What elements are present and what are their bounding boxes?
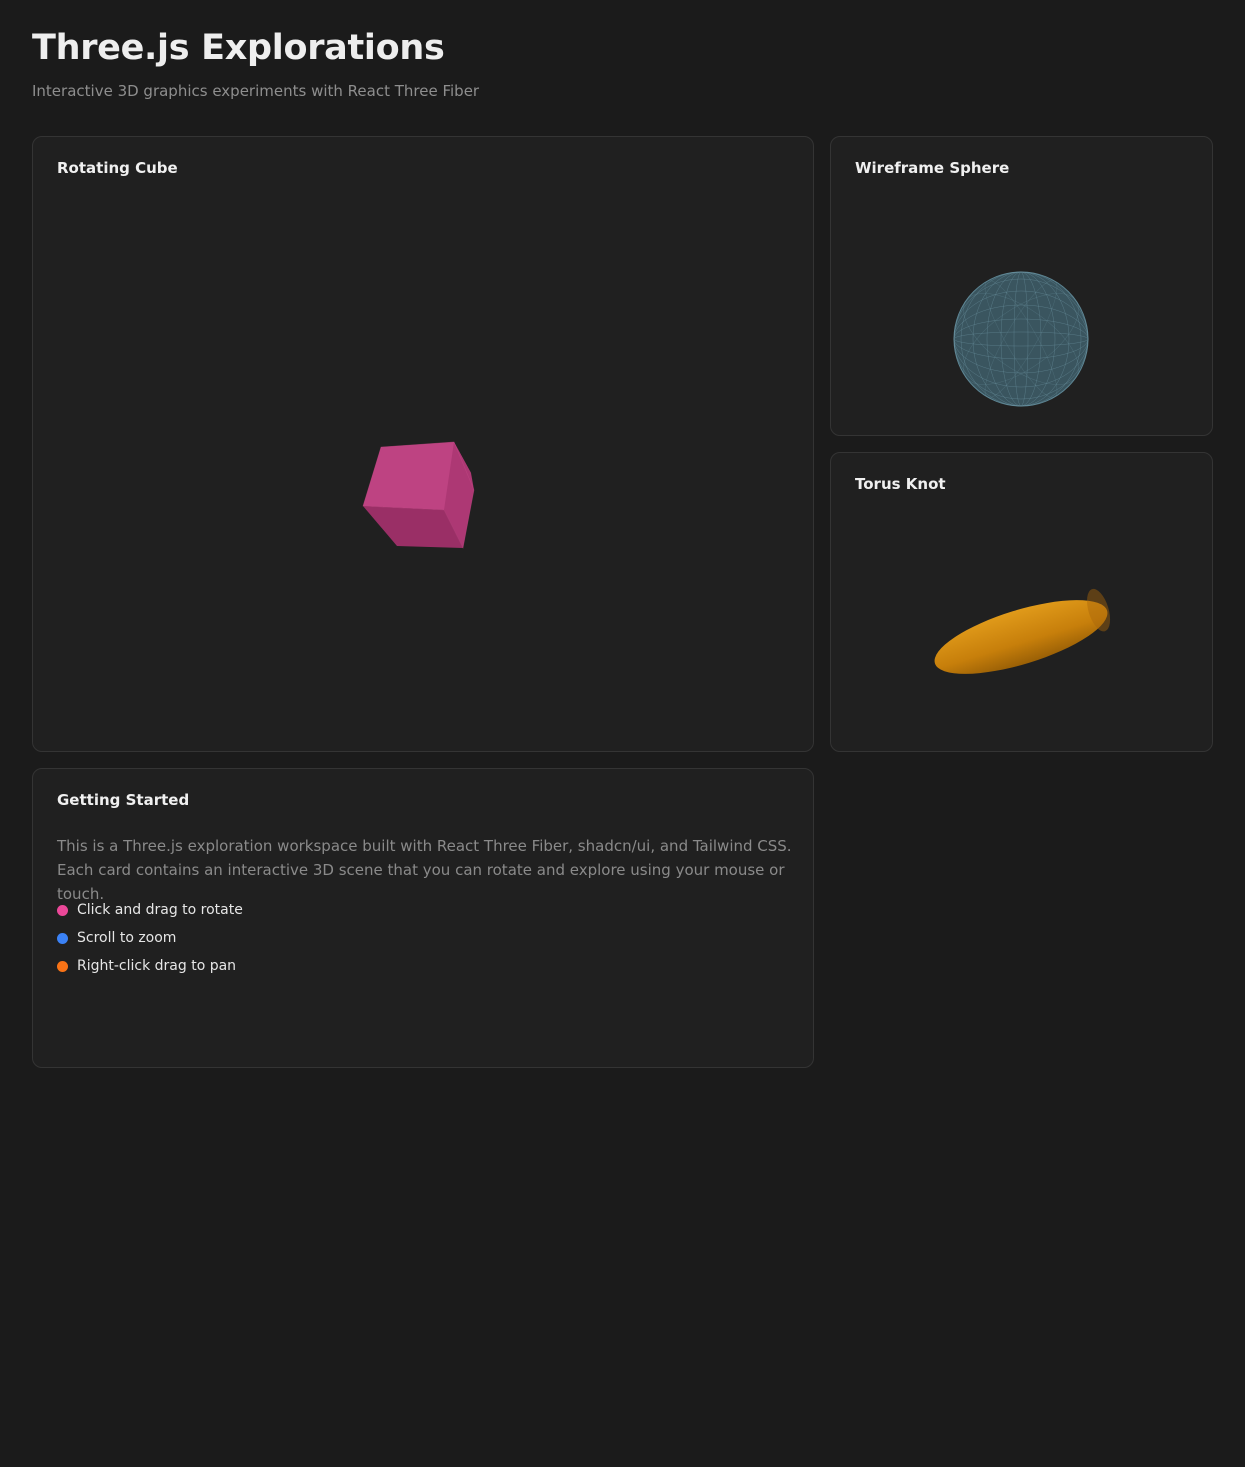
torus-knot-mesh	[934, 588, 1111, 674]
tip-label: Right-click drag to pan	[77, 958, 237, 974]
sphere-card-title: Wireframe Sphere	[855, 159, 1010, 177]
torus-scene-svg	[934, 588, 1111, 674]
page-subtitle: Interactive 3D graphics experiments with…	[32, 82, 480, 100]
tip-rotate: Click and drag to rotate	[57, 896, 243, 924]
tip-label: Click and drag to rotate	[77, 902, 243, 918]
page: Three.js Explorations Interactive 3D gra…	[0, 0, 1245, 1467]
page-title: Three.js Explorations	[32, 28, 445, 68]
blue-dot-icon	[57, 932, 68, 944]
torus-canvas[interactable]	[831, 509, 1212, 751]
tip-zoom: Scroll to zoom	[57, 924, 243, 952]
torus-card-title: Torus Knot	[855, 475, 946, 493]
tip-label: Scroll to zoom	[77, 930, 177, 946]
pink-dot-icon	[57, 904, 68, 916]
sphere-canvas[interactable]	[831, 193, 1212, 435]
sphere-card: Wireframe Sphere	[830, 136, 1213, 436]
getting-started-card: Getting Started This is a Three.js explo…	[32, 768, 814, 1068]
wireframe-sphere	[953, 271, 1089, 407]
cube-card: Rotating Cube	[32, 136, 814, 752]
cube-canvas[interactable]	[33, 193, 813, 751]
cube-card-title: Rotating Cube	[57, 159, 178, 177]
cube-scene-svg	[362, 441, 475, 549]
cube-mesh	[362, 441, 475, 549]
getting-started-title: Getting Started	[57, 791, 190, 809]
orange-dot-icon	[57, 960, 68, 972]
tip-pan: Right-click drag to pan	[57, 952, 243, 980]
tips-list: Click and drag to rotate Scroll to zoom …	[57, 896, 243, 980]
torus-card: Torus Knot	[830, 452, 1213, 752]
sphere-scene-svg	[953, 271, 1089, 407]
